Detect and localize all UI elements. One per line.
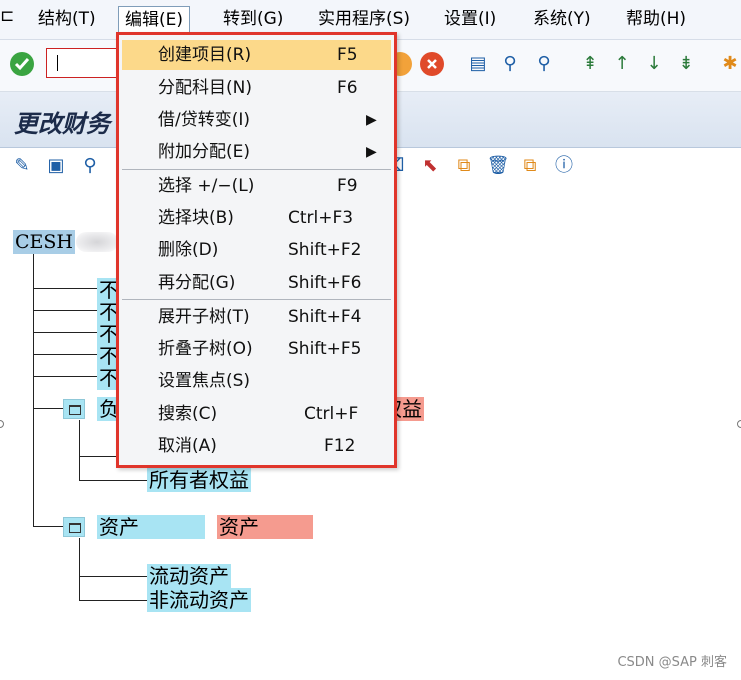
select-icon[interactable]: ⬉ bbox=[418, 154, 442, 178]
display-change-icon[interactable]: ✎ bbox=[10, 154, 34, 178]
splitter-handle-right[interactable] bbox=[737, 420, 741, 428]
menu-goto[interactable]: 转到(G) bbox=[217, 6, 289, 34]
command-field[interactable] bbox=[46, 48, 126, 78]
enter-check-icon[interactable] bbox=[10, 52, 34, 76]
menu-item-label: 选择 +/−(L) bbox=[158, 176, 255, 196]
menu-item-search[interactable]: 搜索(C) Ctrl+F bbox=[122, 399, 391, 429]
menu-item-shortcut: F12 bbox=[324, 436, 356, 456]
create-icon[interactable]: ▣ bbox=[44, 154, 68, 178]
menu-item-label: 折叠子树(O) bbox=[158, 339, 253, 359]
tree-line bbox=[79, 420, 80, 480]
menu-system[interactable]: 系统(Y) bbox=[527, 6, 597, 34]
menu-item-label: 附加分配(E) bbox=[158, 142, 251, 162]
menu-separator bbox=[122, 299, 391, 300]
menu-item-shortcut: Shift+F2 bbox=[288, 240, 362, 260]
menu-item-label: 创建项目(R) bbox=[158, 45, 252, 65]
menu-item-label: 选择块(B) bbox=[158, 208, 234, 228]
delete-icon[interactable]: 🗑 bbox=[486, 154, 510, 178]
menu-item-debit-credit-shift[interactable]: 借/贷转变(I) ▶ bbox=[122, 105, 391, 135]
tree-leaf-owners-equity[interactable]: 所有者权益 bbox=[147, 468, 251, 492]
menu-item-label: 分配科目(N) bbox=[158, 78, 252, 98]
menu-item-shortcut: F5 bbox=[337, 45, 358, 65]
tree-line bbox=[33, 408, 63, 409]
info-icon[interactable]: ⓘ bbox=[552, 154, 576, 178]
menu-item-select-block[interactable]: 选择块(B) Ctrl+F3 bbox=[122, 203, 391, 233]
menu-structure[interactable]: 结构(T) bbox=[32, 6, 102, 34]
menu-separator bbox=[122, 169, 391, 170]
menu-item-shortcut: Ctrl+F3 bbox=[288, 208, 354, 228]
blurred-text bbox=[76, 232, 118, 252]
menu-item-shortcut: Ctrl+F bbox=[304, 404, 359, 424]
tree-line bbox=[79, 600, 147, 601]
tree-line bbox=[33, 376, 97, 377]
submenu-arrow-icon: ▶ bbox=[366, 112, 377, 128]
submenu-arrow-icon: ▶ bbox=[366, 144, 377, 160]
tree-line bbox=[33, 332, 97, 333]
menu-glyph-icon[interactable]: ⊏ bbox=[0, 6, 14, 26]
menu-item-shortcut: Shift+F6 bbox=[288, 273, 362, 293]
menu-item-cancel[interactable]: 取消(A) F12 bbox=[122, 431, 391, 461]
find-icon[interactable]: ⚲ bbox=[498, 52, 522, 76]
menu-item-shortcut: Shift+F4 bbox=[288, 307, 362, 327]
menu-item-create-item[interactable]: 创建项目(R) F5 bbox=[122, 40, 391, 70]
print-icon[interactable]: ▤ bbox=[466, 52, 490, 76]
assign-icon[interactable]: ⧉ bbox=[518, 154, 542, 178]
menu-item-shortcut: Shift+F5 bbox=[288, 339, 362, 359]
menu-item-set-focus[interactable]: 设置焦点(S) bbox=[122, 366, 391, 396]
menu-utilities[interactable]: 实用程序(S) bbox=[312, 6, 416, 34]
menu-item-collapse-subtree[interactable]: 折叠子树(O) Shift+F5 bbox=[122, 334, 391, 364]
create-session-icon[interactable]: ✱ bbox=[718, 52, 741, 76]
cancel-icon[interactable] bbox=[420, 52, 444, 76]
tree-node-assets-pink: 资产 bbox=[217, 515, 313, 539]
tree-line bbox=[33, 310, 97, 311]
menu-item-shortcut: F9 bbox=[337, 176, 358, 196]
page-title: 更改财务 bbox=[14, 109, 110, 138]
menu-item-label: 搜索(C) bbox=[158, 404, 218, 424]
menu-item-assign-accounts[interactable]: 分配科目(N) F6 bbox=[122, 73, 391, 103]
menu-item-label: 借/贷转变(I) bbox=[158, 110, 251, 130]
menu-item-delete[interactable]: 删除(D) Shift+F2 bbox=[122, 235, 391, 265]
menu-item-label: 取消(A) bbox=[158, 436, 217, 456]
tree-line bbox=[33, 526, 63, 527]
find-next-icon[interactable]: ⚲ bbox=[532, 52, 556, 76]
menu-edit[interactable]: 编辑(E) bbox=[118, 6, 191, 34]
watermark: CSDN @SAP 刺客 bbox=[617, 655, 727, 670]
tree-line bbox=[79, 576, 147, 577]
menu-item-expand-subtree[interactable]: 展开子树(T) Shift+F4 bbox=[122, 302, 391, 332]
menu-item-reassign[interactable]: 再分配(G) Shift+F6 bbox=[122, 268, 391, 298]
tree-line bbox=[33, 254, 34, 526]
menu-item-label: 再分配(G) bbox=[158, 273, 236, 293]
tree-line bbox=[79, 456, 119, 457]
previous-page-icon[interactable]: ↑ bbox=[610, 52, 634, 76]
tree-root[interactable]: CESH bbox=[13, 230, 75, 254]
tree-line bbox=[33, 288, 97, 289]
folder-icon[interactable] bbox=[63, 399, 85, 419]
last-page-icon[interactable]: ⇟ bbox=[674, 52, 698, 76]
edit-menu-dropdown: 创建项目(R) F5 分配科目(N) F6 借/贷转变(I) ▶ 附加分配(E)… bbox=[116, 32, 397, 468]
menu-item-shortcut: F6 bbox=[337, 78, 358, 98]
tree-line bbox=[79, 480, 147, 481]
menu-item-label: 展开子树(T) bbox=[158, 307, 250, 327]
menu-help[interactable]: 帮助(H) bbox=[620, 6, 692, 34]
menu-settings[interactable]: 设置(I) bbox=[438, 6, 502, 34]
folder-icon[interactable] bbox=[63, 517, 85, 537]
next-page-icon[interactable]: ↓ bbox=[642, 52, 666, 76]
menu-item-select-toggle[interactable]: 选择 +/−(L) F9 bbox=[122, 171, 391, 201]
first-page-icon[interactable]: ⇞ bbox=[578, 52, 602, 76]
tree-line bbox=[33, 354, 97, 355]
menu-item-label: 设置焦点(S) bbox=[158, 371, 251, 391]
tree-node-assets[interactable]: 资产 bbox=[97, 515, 205, 539]
reassign-icon[interactable]: ⧉ bbox=[452, 154, 476, 178]
menu-item-additional-assignment[interactable]: 附加分配(E) ▶ bbox=[122, 137, 391, 167]
tree-line bbox=[79, 538, 80, 600]
menu-item-label: 删除(D) bbox=[158, 240, 219, 260]
tree-leaf-current-assets[interactable]: 流动资产 bbox=[147, 564, 231, 588]
zoom-icon[interactable]: ⚲ bbox=[78, 154, 102, 178]
tree-leaf-noncurrent-assets[interactable]: 非流动资产 bbox=[147, 588, 251, 612]
